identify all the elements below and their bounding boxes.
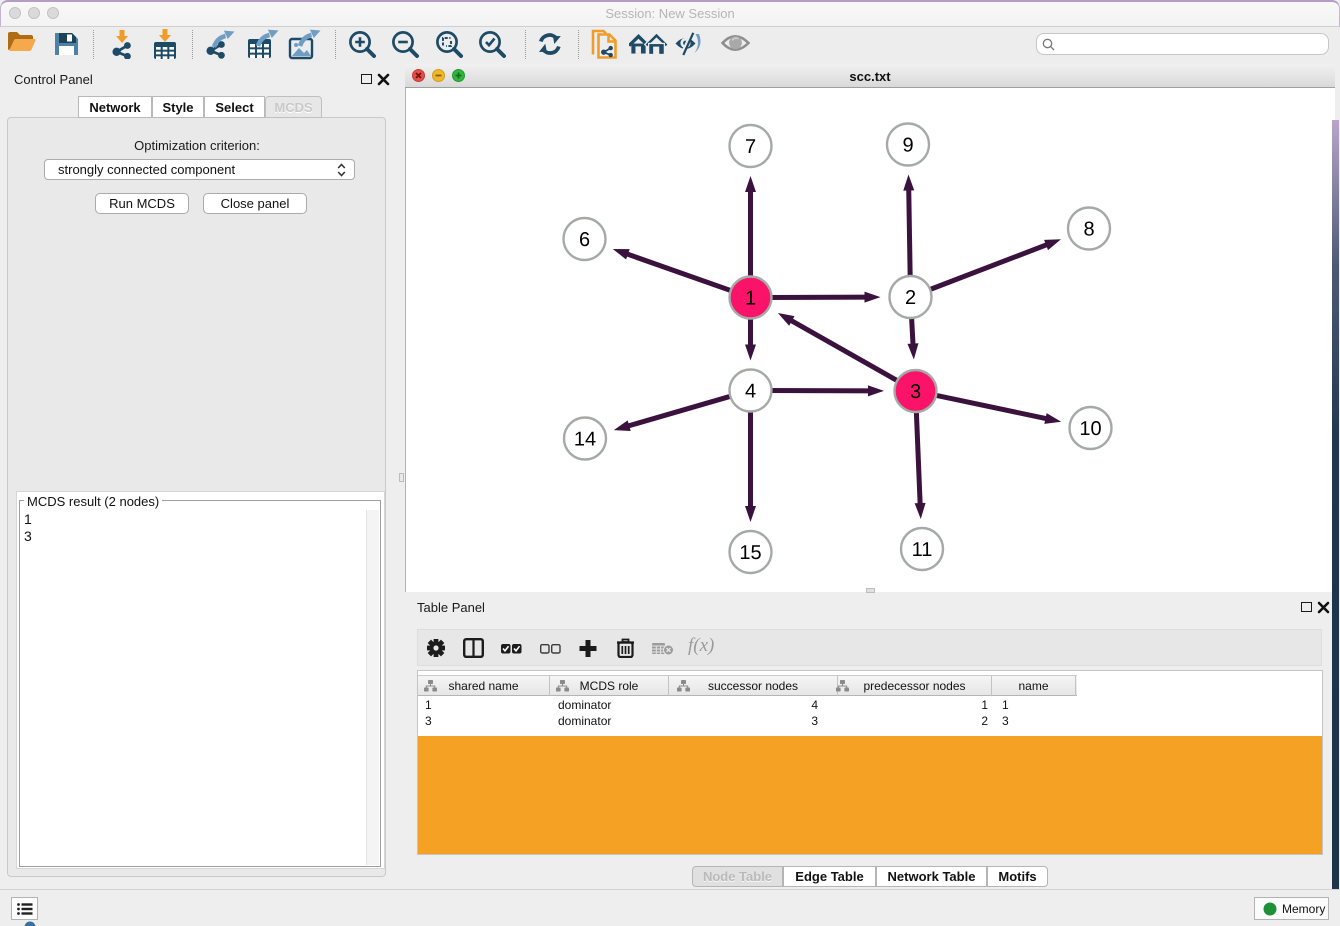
svg-text:8: 8: [1083, 219, 1094, 241]
svg-text:3: 3: [910, 381, 921, 403]
svg-text:10: 10: [1079, 418, 1101, 440]
svg-text:14: 14: [574, 429, 596, 451]
svg-text:4: 4: [745, 381, 756, 403]
svg-text:2: 2: [905, 287, 916, 309]
svg-text:6: 6: [579, 229, 590, 251]
svg-text:15: 15: [739, 542, 761, 564]
svg-text:9: 9: [902, 135, 913, 157]
svg-text:7: 7: [745, 136, 756, 158]
svg-text:11: 11: [912, 539, 933, 561]
svg-text:1: 1: [745, 288, 756, 310]
